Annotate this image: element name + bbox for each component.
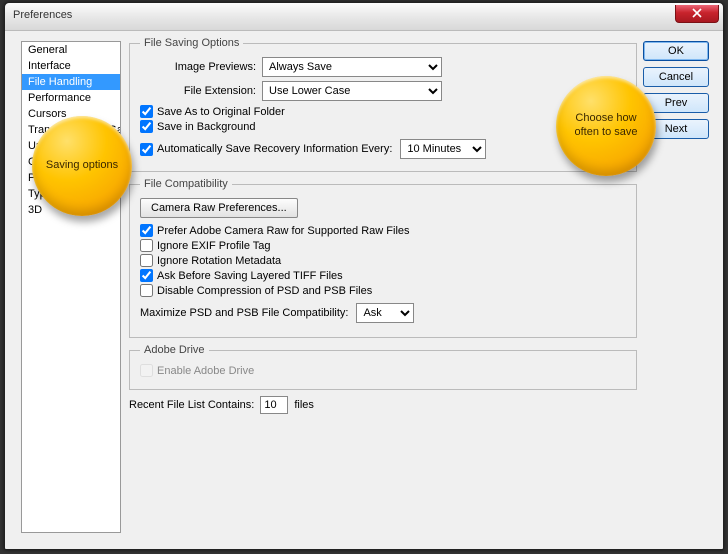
file-extension-label: File Extension: <box>140 85 262 97</box>
camera-raw-preferences-button[interactable]: Camera Raw Preferences... <box>140 198 298 218</box>
file-extension-select[interactable]: Use Lower Case <box>262 81 442 101</box>
titlebar: Preferences <box>5 3 723 31</box>
enable-adobe-drive-checkbox <box>140 364 153 377</box>
sidebar-item-file-handling[interactable]: File Handling <box>22 74 120 90</box>
category-list: General Interface File Handling Performa… <box>21 41 121 533</box>
enable-adobe-drive-label: Enable Adobe Drive <box>157 365 254 377</box>
ignore-exif-checkbox[interactable] <box>140 239 153 252</box>
autosave-label: Automatically Save Recovery Information … <box>157 143 392 155</box>
callout-saving-options: Saving options <box>32 116 132 216</box>
maximize-compat-select[interactable]: Ask <box>356 303 414 323</box>
maximize-compat-label: Maximize PSD and PSB File Compatibility: <box>140 307 348 319</box>
sidebar-item-general[interactable]: General <box>22 42 120 58</box>
image-previews-select[interactable]: Always Save <box>262 57 442 77</box>
ignore-rotation-checkbox[interactable] <box>140 254 153 267</box>
image-previews-label: Image Previews: <box>140 61 262 73</box>
save-in-background-checkbox[interactable] <box>140 120 153 133</box>
recent-files-label-pre: Recent File List Contains: <box>129 399 254 411</box>
fcomp-legend: File Compatibility <box>140 178 232 190</box>
content-panel: File Saving Options Image Previews: Alwa… <box>129 37 637 418</box>
save-as-original-checkbox[interactable] <box>140 105 153 118</box>
callout-autosave-interval: Choose how often to save <box>556 76 656 176</box>
fso-legend: File Saving Options <box>140 37 243 49</box>
save-as-original-label: Save As to Original Folder <box>157 106 285 118</box>
autosave-checkbox[interactable] <box>140 143 153 156</box>
prefer-acr-checkbox[interactable] <box>140 224 153 237</box>
ask-tiff-checkbox[interactable] <box>140 269 153 282</box>
disable-compression-label: Disable Compression of PSD and PSB Files <box>157 285 372 297</box>
ask-tiff-label: Ask Before Saving Layered TIFF Files <box>157 270 343 282</box>
file-compatibility-group: File Compatibility Camera Raw Preference… <box>129 178 637 338</box>
sidebar-item-interface[interactable]: Interface <box>22 58 120 74</box>
window-title: Preferences <box>13 9 72 21</box>
sidebar-item-performance[interactable]: Performance <box>22 90 120 106</box>
prefer-acr-label: Prefer Adobe Camera Raw for Supported Ra… <box>157 225 410 237</box>
recent-files-input[interactable] <box>260 396 288 414</box>
recent-files-label-post: files <box>294 399 314 411</box>
ok-button[interactable]: OK <box>643 41 709 61</box>
adobe-drive-legend: Adobe Drive <box>140 344 209 356</box>
close-button[interactable] <box>675 5 719 23</box>
save-in-background-label: Save in Background <box>157 121 255 133</box>
ignore-rotation-label: Ignore Rotation Metadata <box>157 255 281 267</box>
ignore-exif-label: Ignore EXIF Profile Tag <box>157 240 271 252</box>
adobe-drive-group: Adobe Drive Enable Adobe Drive <box>129 344 637 390</box>
cancel-button[interactable]: Cancel <box>643 67 709 87</box>
autosave-interval-select[interactable]: 10 Minutes <box>400 139 486 159</box>
disable-compression-checkbox[interactable] <box>140 284 153 297</box>
